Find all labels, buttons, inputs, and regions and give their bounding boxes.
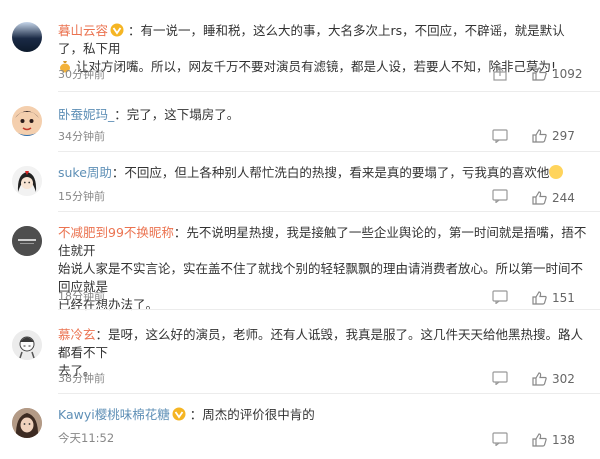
like-button[interactable]: 302 [532,371,575,387]
timestamp: 38分钟前 [58,372,105,385]
timestamp: 34分钟前 [58,130,105,143]
like-button[interactable]: 138 [532,432,575,448]
username[interactable]: 慕冷玄 [58,327,96,342]
vip-badge-icon [172,407,186,421]
like-icon [532,291,547,305]
reply-icon[interactable] [492,371,508,385]
like-count: 138 [552,433,575,447]
like-icon [532,433,547,447]
share-icon[interactable] [493,67,507,81]
reply-icon[interactable] [492,189,508,203]
like-icon [532,372,547,386]
like-button[interactable]: 297 [532,128,575,144]
reply-icon[interactable] [492,129,508,143]
username[interactable]: 不减肥到99不换昵称 [58,225,174,240]
like-button[interactable]: 1092 [532,66,583,82]
avatar[interactable] [12,408,42,438]
comment-text: 暮山云容 ：有一说一，睡和税，这么大的事，大名多次上rs，不回应，不辟谣，就是默认… [58,23,565,74]
timestamp: 30分钟前 [58,68,105,81]
avatar[interactable] [12,106,42,136]
comment-text: 慕冷玄：是呀，这么好的演员，老师。还有人诋毁，我真是服了。这几件天天给他黑热搜。… [58,327,584,378]
like-icon [532,129,547,143]
like-count: 151 [552,291,575,305]
comment-text: Kawyi樱桃味棉花糖 ：周杰的评价很中肯的 [58,407,315,422]
like-count: 244 [552,191,575,205]
timestamp: 18分钟前 [58,290,105,303]
like-button[interactable]: 151 [532,290,575,306]
avatar[interactable] [12,226,42,256]
like-button[interactable]: 244 [532,190,575,206]
emoji-icon [549,165,564,179]
comment-item: suke周助：不回应，但上各种别人帮忙洗白的热搜，看来是真的要塌了，亏我真的喜欢… [0,152,600,212]
comment-text: 卧蚕妮玛_：完了，这下塌房了。 [58,107,240,122]
like-count: 1092 [552,67,583,81]
vip-badge-icon [110,23,124,37]
username[interactable]: 暮山云容 [58,23,108,38]
comment-item: 慕冷玄：是呀，这么好的演员，老师。还有人诋毁，我真是服了。这几件天天给他黑热搜。… [0,310,600,390]
like-count: 297 [552,129,575,143]
username[interactable]: 卧蚕妮玛_ [58,107,114,122]
like-icon [532,67,547,81]
username[interactable]: Kawyi樱桃味棉花糖 [58,407,170,422]
timestamp: 15分钟前 [58,190,105,203]
comment-item: 卧蚕妮玛_：完了，这下塌房了。 34分钟前 297 [0,92,600,152]
comment-item: 暮山云容 ：有一说一，睡和税，这么大的事，大名多次上rs，不回应，不辟谣，就是默认… [0,0,600,88]
avatar[interactable] [12,22,42,52]
reply-icon[interactable] [492,290,508,304]
comment-text: 不减肥到99不换昵称：先不说明星热搜，我是接触了一些企业舆论的，第一时间就是捂嘴… [58,225,587,312]
avatar[interactable] [12,166,42,196]
avatar[interactable] [12,330,42,360]
username[interactable]: suke周助 [58,165,112,180]
like-icon [532,191,547,205]
comment-text: suke周助：不回应，但上各种别人帮忙洗白的热搜，看来是真的要塌了，亏我真的喜欢… [58,164,588,182]
like-count: 302 [552,372,575,386]
reply-icon[interactable] [492,432,508,446]
comment-item: Kawyi樱桃味棉花糖 ：周杰的评价很中肯的 今天11:52 138 [0,394,600,459]
timestamp: 今天11:52 [58,431,115,445]
comment-item: 不减肥到99不换昵称：先不说明星热搜，我是接触了一些企业舆论的，第一时间就是捂嘴… [0,212,600,312]
